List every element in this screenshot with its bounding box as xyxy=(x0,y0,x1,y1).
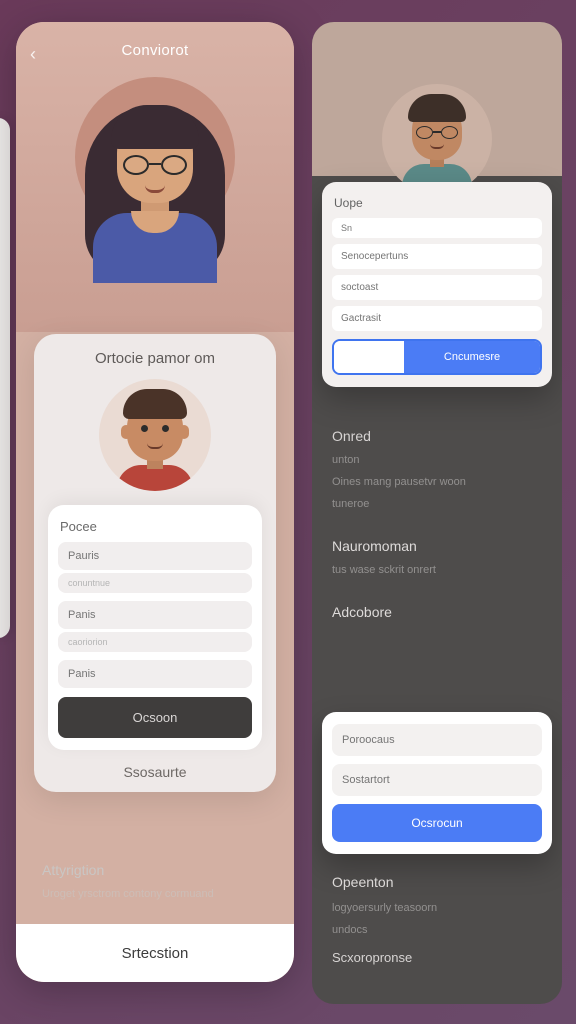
field-2-hint: caoriorion xyxy=(58,632,252,652)
input-1[interactable] xyxy=(332,218,542,238)
cta-split: Cncumesre xyxy=(332,339,542,375)
form-card-top: Uope Cncumesre xyxy=(322,182,552,387)
tail-section: Opeenton logyoersurly teasoorn undocs Sc… xyxy=(332,874,546,965)
form-heading: Uope xyxy=(334,196,540,210)
input-4[interactable] xyxy=(332,306,542,331)
phone-mock-left: ‹ Conviorot Ortocie pamor om xyxy=(16,22,294,982)
field-1-hint: conuntnue xyxy=(58,573,252,593)
avatar[interactable] xyxy=(75,77,235,237)
peek-card-left xyxy=(0,118,10,638)
form-card-bottom: Ocsrocun xyxy=(322,712,552,854)
list-heading-1: Onred xyxy=(332,428,546,444)
phone-mock-right: Uope Cncumesre Onred unton Oines mang pa… xyxy=(312,22,562,1004)
avatar-secondary[interactable] xyxy=(99,379,211,491)
page-title: Conviorot xyxy=(122,42,189,59)
input-3[interactable] xyxy=(332,275,542,300)
list-heading-3: Adcobore xyxy=(332,604,546,620)
cta-button[interactable]: Cncumesre xyxy=(404,341,540,373)
bottom-tab-label: Srtecstion xyxy=(122,945,189,962)
field-3[interactable] xyxy=(58,660,252,688)
submit-button[interactable]: Ocsoon xyxy=(58,697,252,738)
input-2[interactable] xyxy=(332,244,542,269)
list-item[interactable]: tuneroe xyxy=(332,498,546,510)
list-item[interactable]: unton xyxy=(332,454,546,466)
tail-last[interactable]: Scxoropronse xyxy=(332,950,546,965)
back-icon[interactable]: ‹ xyxy=(30,44,36,65)
profile-card: Ortocie pamor om Pocee conuntnue caorior… xyxy=(34,334,276,792)
form-card: Pocee conuntnue caoriorion Ocsoon xyxy=(48,505,262,750)
list-item[interactable]: tus wase sckrit onrert xyxy=(332,564,546,576)
bottom-tab[interactable]: Srtecstion xyxy=(16,924,294,982)
submit-button[interactable]: Ocsrocun xyxy=(332,804,542,842)
card-title: Ortocie pamor om xyxy=(48,350,262,367)
profile-header-right xyxy=(312,22,562,176)
list-item[interactable]: undocs xyxy=(332,924,546,936)
input-a[interactable] xyxy=(332,724,542,756)
list-item[interactable]: Oines mang pausetvr woon xyxy=(332,476,546,488)
settings-list: Onred unton Oines mang pausetvr woon tun… xyxy=(332,428,546,630)
avatar[interactable] xyxy=(382,84,492,194)
section-below: Attyrigtion Uroget yrsctrom contony corm… xyxy=(42,862,268,900)
field-2[interactable] xyxy=(58,601,252,629)
list-item[interactable]: logyoersurly teasoorn xyxy=(332,902,546,914)
input-b[interactable] xyxy=(332,764,542,796)
cta-blank-input[interactable] xyxy=(334,341,404,373)
form-section-label: Pocee xyxy=(60,519,250,534)
tail-heading: Opeenton xyxy=(332,874,546,890)
section-subtext: Uroget yrsctrom contony cormuand xyxy=(42,888,268,900)
avatar-illustration xyxy=(75,77,235,237)
section-heading: Attyrigtion xyxy=(42,862,268,878)
profile-header: ‹ Conviorot xyxy=(16,22,294,332)
list-heading-2: Nauromoman xyxy=(332,538,546,554)
field-1[interactable] xyxy=(58,542,252,570)
secondary-link[interactable]: Ssosaurte xyxy=(48,750,262,782)
